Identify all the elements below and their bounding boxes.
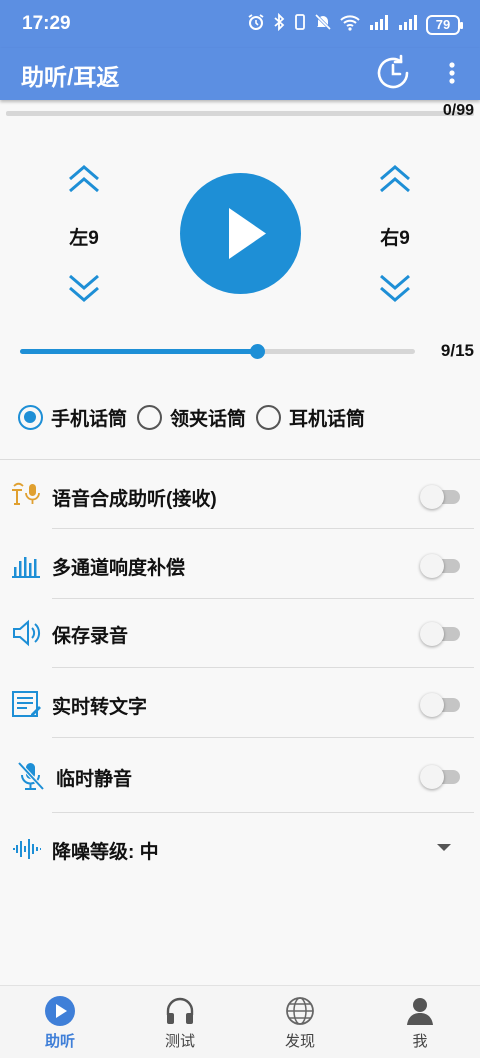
left-volume-down-button[interactable] bbox=[66, 270, 102, 304]
row-divider bbox=[52, 528, 474, 529]
row-divider bbox=[52, 812, 474, 813]
speaker-icon bbox=[10, 617, 42, 649]
app-bar: 助听/耳返 bbox=[0, 48, 480, 100]
speech-synthesis-toggle[interactable] bbox=[420, 485, 460, 509]
person-icon bbox=[404, 995, 436, 1027]
mic-option-lavalier[interactable]: 领夹话筒 bbox=[137, 404, 246, 431]
equalizer-bars-icon bbox=[10, 549, 42, 581]
bottom-navigation: 助听 测试 发现 我 bbox=[0, 985, 480, 1058]
right-volume-up-button[interactable] bbox=[377, 163, 413, 197]
row-divider bbox=[52, 667, 474, 668]
save-recording-toggle[interactable] bbox=[420, 622, 460, 646]
setting-label: 多通道响度补偿 bbox=[52, 558, 186, 579]
mic-source-group: 手机话筒 领夹话筒 耳机话筒 bbox=[18, 404, 375, 431]
speech-synthesis-icon bbox=[10, 480, 42, 512]
battery-indicator: 79 bbox=[426, 14, 463, 35]
bluetooth-icon bbox=[272, 12, 286, 36]
nav-hearing-aid[interactable]: 助听 bbox=[20, 986, 100, 1058]
radio-button[interactable] bbox=[256, 405, 282, 430]
waveform-icon bbox=[10, 833, 42, 865]
signal-icon bbox=[368, 13, 390, 36]
mic-option-label: 耳机话筒 bbox=[289, 409, 366, 430]
play-circle-icon bbox=[44, 995, 76, 1027]
setting-loudness-compensation: 多通道响度补偿 bbox=[0, 534, 480, 594]
recording-progress-count: 0/99 bbox=[442, 102, 474, 119]
headphones-icon bbox=[164, 995, 196, 1027]
gain-slider[interactable] bbox=[20, 344, 415, 359]
right-volume-label: 右9 bbox=[380, 228, 410, 249]
right-volume-down-button[interactable] bbox=[377, 270, 413, 304]
setting-temporary-mute: 临时静音 bbox=[0, 745, 480, 805]
setting-label: 保存录音 bbox=[52, 626, 129, 647]
left-volume-label: 左9 bbox=[69, 228, 99, 249]
noise-reduction-selector[interactable]: 降噪等级: 中 bbox=[0, 818, 480, 878]
signal-icon bbox=[397, 13, 419, 36]
section-divider bbox=[0, 459, 480, 460]
alarm-icon bbox=[247, 13, 265, 36]
setting-save-recording: 保存录音 bbox=[0, 602, 480, 662]
more-menu-icon[interactable] bbox=[441, 58, 463, 88]
globe-icon bbox=[284, 995, 316, 1027]
mic-option-label: 领夹话筒 bbox=[170, 409, 247, 430]
chevron-down-icon[interactable] bbox=[437, 844, 451, 851]
recording-progress-bar bbox=[6, 111, 474, 116]
noise-reduction-label: 降噪等级: 中 bbox=[52, 842, 159, 863]
status-time: 17:29 bbox=[22, 13, 71, 34]
page-title: 助听/耳返 bbox=[21, 64, 120, 90]
gain-slider-fill bbox=[20, 349, 257, 354]
transcript-icon bbox=[10, 688, 42, 720]
play-icon bbox=[229, 208, 266, 259]
setting-label: 实时转文字 bbox=[52, 697, 148, 718]
row-divider bbox=[52, 598, 474, 599]
nav-label: 发现 bbox=[284, 1033, 315, 1050]
vibrate-icon bbox=[293, 13, 307, 36]
play-button[interactable] bbox=[180, 173, 301, 294]
nav-discover[interactable]: 发现 bbox=[260, 986, 340, 1058]
loudness-compensation-toggle[interactable] bbox=[420, 554, 460, 578]
wifi-icon bbox=[339, 13, 361, 36]
setting-live-transcription: 实时转文字 bbox=[0, 673, 480, 733]
setting-speech-synthesis: 语音合成助听(接收) bbox=[0, 465, 480, 525]
mic-mute-icon bbox=[15, 760, 47, 792]
nav-label: 测试 bbox=[164, 1033, 195, 1050]
live-transcription-toggle[interactable] bbox=[420, 693, 460, 717]
radio-button[interactable] bbox=[18, 405, 43, 430]
setting-label: 临时静音 bbox=[56, 769, 133, 790]
setting-label: 语音合成助听(接收) bbox=[52, 489, 217, 510]
mic-option-phone[interactable]: 手机话筒 bbox=[18, 404, 127, 431]
status-icons: 79 bbox=[247, 12, 463, 36]
radio-button[interactable] bbox=[137, 405, 163, 430]
history-timer-icon[interactable] bbox=[374, 54, 412, 92]
status-bar: 17:29 79 bbox=[0, 0, 480, 48]
temporary-mute-toggle[interactable] bbox=[420, 765, 460, 789]
mic-option-label: 手机话筒 bbox=[51, 409, 128, 430]
left-volume-up-button[interactable] bbox=[66, 163, 102, 197]
gain-slider-thumb[interactable] bbox=[250, 344, 265, 359]
nav-me[interactable]: 我 bbox=[380, 986, 460, 1058]
mute-bell-icon bbox=[314, 13, 332, 36]
nav-test[interactable]: 测试 bbox=[140, 986, 220, 1058]
nav-label: 我 bbox=[412, 1033, 428, 1050]
nav-label: 助听 bbox=[44, 1033, 75, 1050]
mic-option-headset[interactable]: 耳机话筒 bbox=[256, 404, 365, 431]
row-divider bbox=[52, 737, 474, 738]
gain-slider-value: 9/15 bbox=[440, 341, 474, 360]
